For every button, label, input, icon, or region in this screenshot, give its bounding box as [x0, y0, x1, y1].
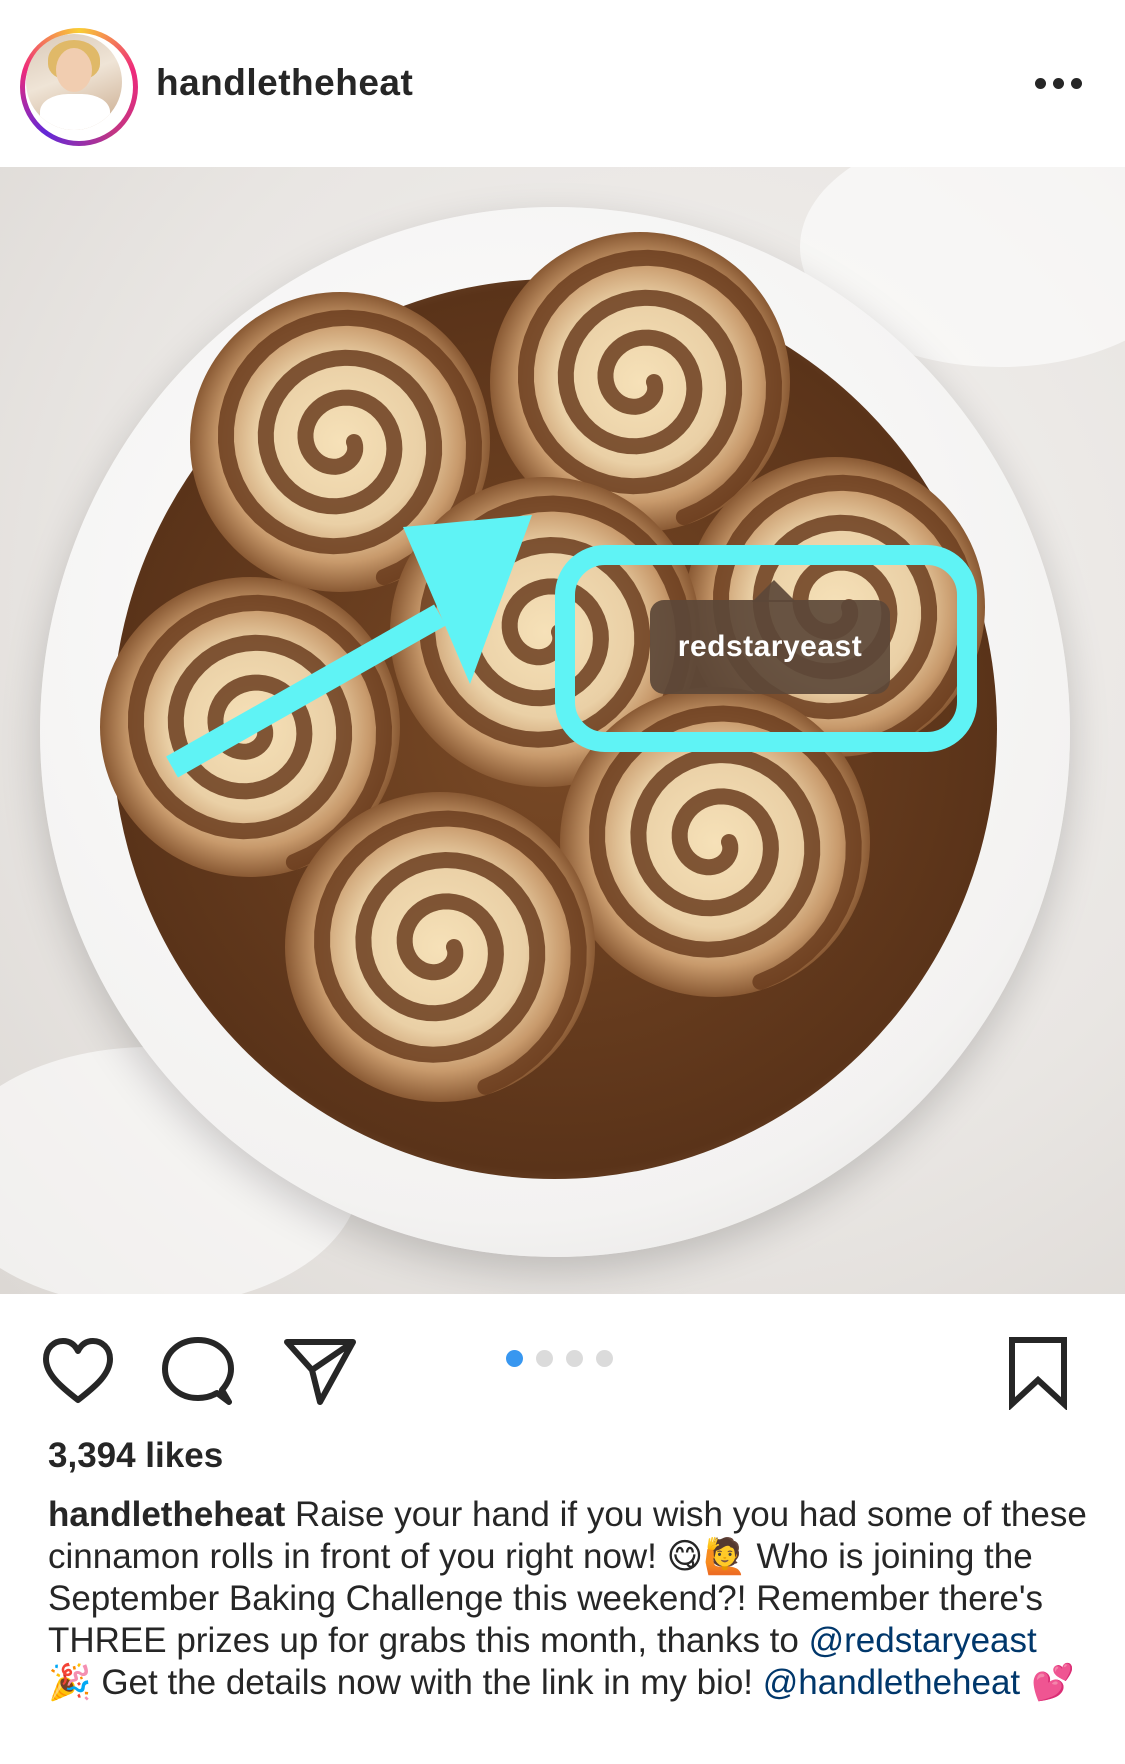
send-icon[interactable]: [282, 1334, 358, 1410]
carousel-dot-1: [506, 1350, 523, 1367]
likes-count[interactable]: 3,394 likes: [48, 1436, 223, 1476]
caption-text: Get the details now with the link in my …: [91, 1663, 763, 1702]
caption-username[interactable]: handletheheat: [48, 1495, 285, 1534]
heart-icon[interactable]: [40, 1334, 116, 1410]
comment-icon[interactable]: [160, 1334, 236, 1410]
caption-emoji: 😋🙋: [666, 1537, 747, 1577]
carousel-dot-3: [566, 1350, 583, 1367]
caption-emoji: 💕: [1020, 1663, 1075, 1703]
caption-emoji: 🎉: [48, 1663, 92, 1703]
post-photo[interactable]: redstaryeast: [0, 167, 1125, 1294]
avatar[interactable]: [20, 28, 138, 146]
mention-link[interactable]: @handletheheat: [763, 1663, 1020, 1702]
action-bar: [0, 1294, 1125, 1434]
post-caption: handletheheat Raise your hand if you wis…: [48, 1494, 1088, 1704]
username-link[interactable]: handletheheat: [156, 62, 413, 104]
bookmark-icon[interactable]: [1000, 1334, 1076, 1410]
more-horizontal-icon[interactable]: [1035, 78, 1083, 92]
carousel-dot-2: [536, 1350, 553, 1367]
arrow-annotation: [166, 515, 532, 778]
mention-link[interactable]: @redstaryeast: [809, 1621, 1037, 1660]
carousel-dot-4: [596, 1350, 613, 1367]
post-header: handletheheat: [0, 0, 1125, 167]
